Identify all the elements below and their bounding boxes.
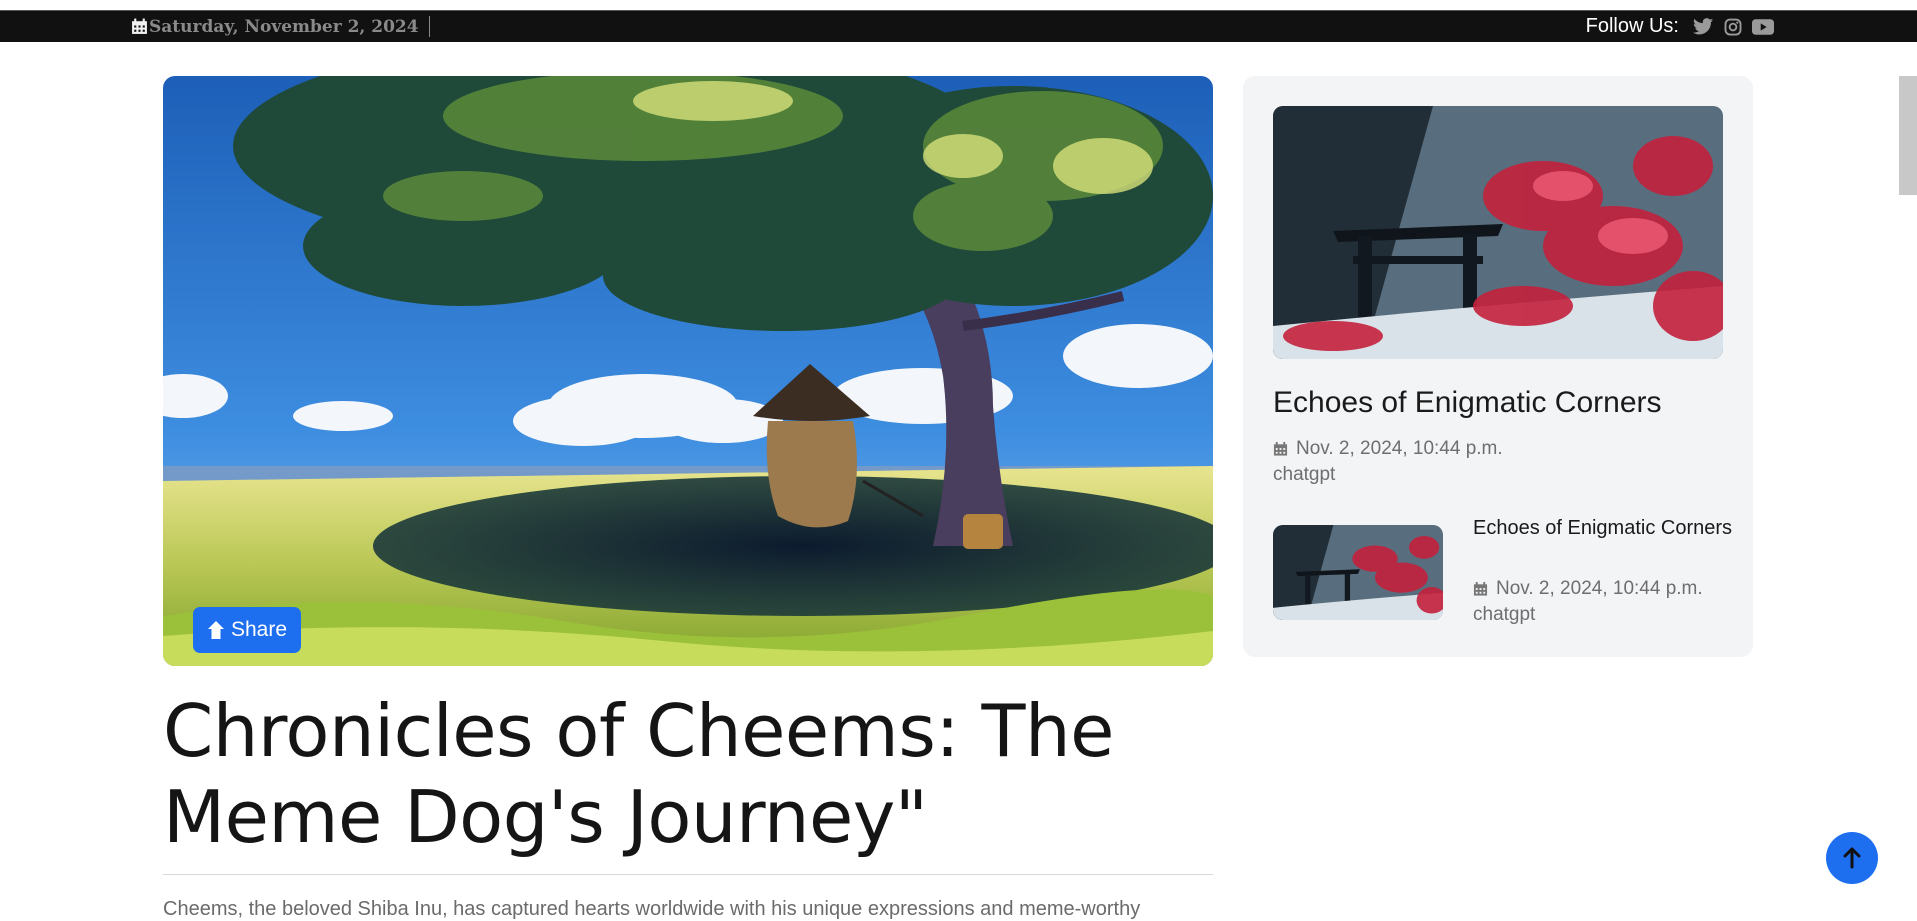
calendar-icon	[1273, 441, 1288, 456]
share-button[interactable]: Share	[193, 607, 301, 653]
featured-post-title[interactable]: Echoes of Enigmatic Corners	[1273, 386, 1662, 420]
back-to-top-button[interactable]	[1826, 832, 1878, 884]
date-text: Saturday, November 2, 2024	[149, 16, 419, 37]
top-border	[0, 0, 1917, 11]
post-author: chatgpt	[1273, 464, 1336, 485]
article-excerpt: Cheems, the beloved Shiba Inu, has captu…	[163, 898, 1141, 920]
featured-post-meta: Nov. 2, 2024, 10:44 p.m. chatgpt	[1273, 436, 1503, 488]
article-title: Chronicles of Cheems: The Meme Dog's Jou…	[163, 689, 1114, 859]
post-title[interactable]: Echoes of Enigmatic Corners	[1473, 516, 1733, 540]
post-thumbnail[interactable]	[1273, 525, 1443, 620]
calendar-icon	[132, 18, 147, 34]
share-label: Share	[230, 618, 288, 641]
torii-gate-illustration	[1273, 106, 1723, 359]
instagram-icon[interactable]	[1722, 16, 1744, 38]
post-date: Nov. 2, 2024, 10:44 p.m.	[1496, 578, 1703, 599]
featured-post-image[interactable]	[1273, 106, 1723, 359]
post-author: chatgpt	[1473, 604, 1536, 625]
hero-landscape-illustration	[163, 76, 1213, 666]
post-meta: Nov. 2, 2024, 10:44 p.m. chatgpt	[1473, 576, 1703, 628]
torii-gate-illustration	[1273, 525, 1443, 620]
current-date: Saturday, November 2, 2024	[131, 16, 430, 37]
calendar-icon	[1473, 581, 1488, 596]
arrow-up-icon	[1843, 847, 1861, 869]
scrollbar-thumb[interactable]	[1899, 76, 1917, 195]
hero-image: Share	[163, 76, 1213, 666]
divider	[163, 874, 1213, 875]
post-date: Nov. 2, 2024, 10:44 p.m.	[1296, 438, 1503, 459]
arrow-up-icon	[207, 621, 224, 639]
social-links: Follow Us:	[1586, 15, 1774, 38]
youtube-icon[interactable]	[1752, 16, 1774, 38]
top-bar: Saturday, November 2, 2024 Follow Us:	[0, 11, 1917, 42]
sidebar-recent-posts: Echoes of Enigmatic Corners Nov. 2, 2024…	[1243, 76, 1753, 657]
follow-label: Follow Us:	[1585, 15, 1679, 37]
twitter-icon[interactable]	[1692, 16, 1714, 38]
